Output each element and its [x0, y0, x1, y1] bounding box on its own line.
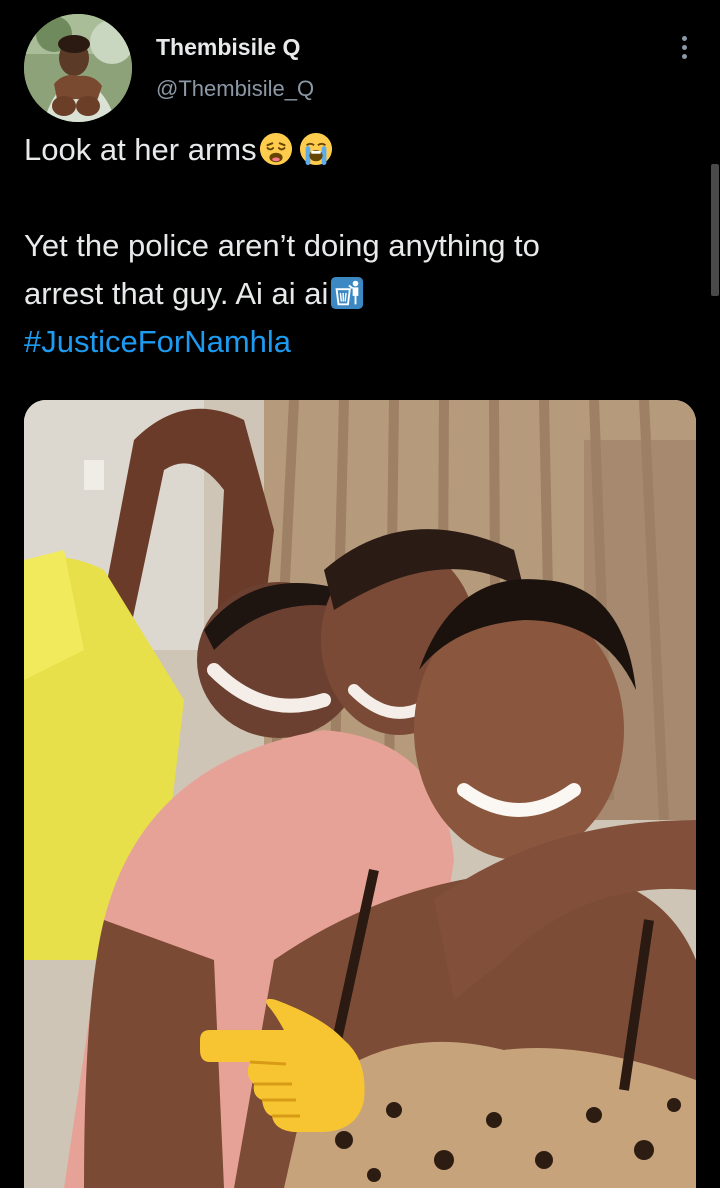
tweet-line: Yet the police aren’t doing anything to: [24, 228, 540, 263]
tweet-text: Look at her arms Yet the police aren’t d…: [24, 126, 684, 366]
tweet-line-text: arrest that guy. Ai ai ai: [24, 276, 329, 311]
profile-avatar: [24, 14, 132, 122]
tweet-line: Look at her arms: [24, 126, 684, 174]
author-display-name[interactable]: Thembisile Q: [156, 34, 300, 61]
photo-content: [24, 400, 696, 1188]
tweet-header: Thembisile Q @Thembisile_Q: [24, 14, 696, 124]
more-options-icon[interactable]: [672, 34, 696, 62]
author-avatar[interactable]: [24, 14, 132, 122]
loudly-crying-face-icon: [299, 132, 332, 166]
scrollbar[interactable]: [711, 164, 719, 296]
tweet-line-text: Look at her arms: [24, 132, 257, 167]
wastebasket-icon: [331, 276, 364, 310]
hashtag-link[interactable]: #JusticeForNamhla: [24, 318, 684, 366]
weary-face-icon: [259, 132, 292, 166]
tweet-photo[interactable]: [24, 400, 696, 1188]
author-handle[interactable]: @Thembisile_Q: [156, 76, 314, 102]
tweet-line: arrest that guy. Ai ai ai: [24, 270, 684, 318]
